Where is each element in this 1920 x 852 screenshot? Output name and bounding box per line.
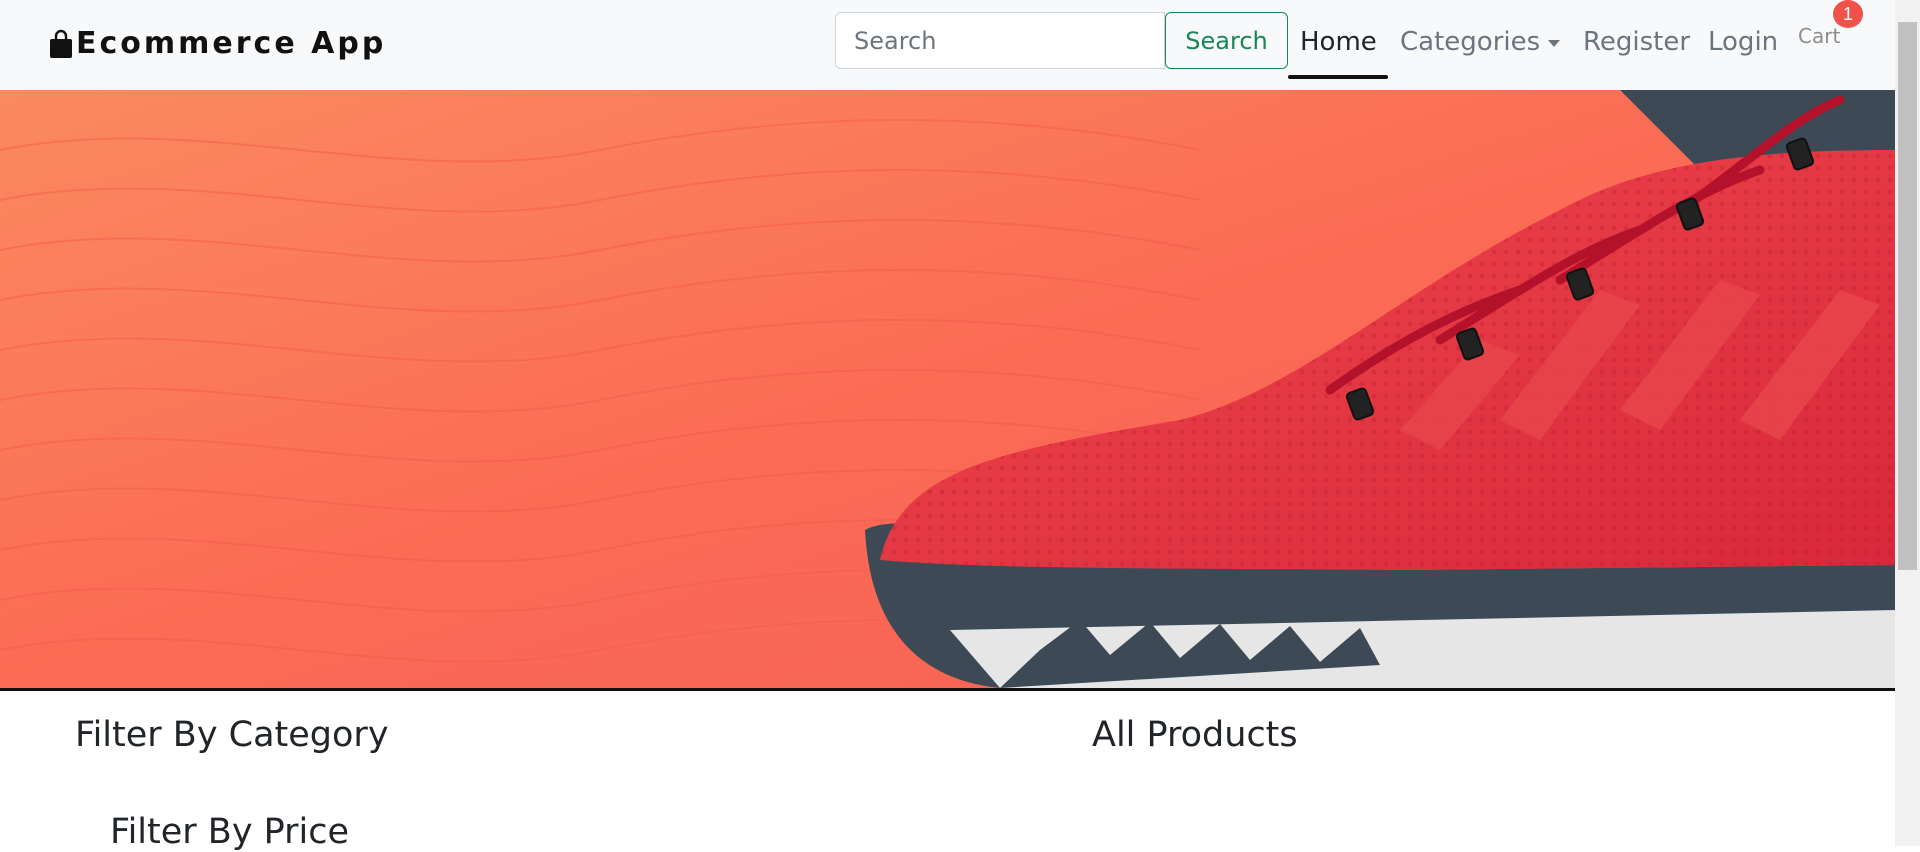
banner-divider: [0, 688, 1895, 691]
hero-banner: [0, 90, 1895, 688]
nav-login-link[interactable]: Login: [1708, 27, 1778, 57]
caret-down-icon: [1548, 39, 1561, 47]
search-input[interactable]: [835, 12, 1165, 69]
navbar: Ecommerce App Search Home Categories Reg…: [0, 0, 1895, 90]
nav-categories-dropdown[interactable]: Categories: [1400, 27, 1561, 57]
brand-name: Ecommerce App: [76, 26, 387, 61]
brand-link[interactable]: Ecommerce App: [48, 26, 386, 61]
filter-price-heading: Filter By Price: [110, 812, 350, 852]
all-products-heading: All Products: [1092, 715, 1298, 755]
nav-register-link[interactable]: Register: [1583, 27, 1690, 57]
nav-cart-link[interactable]: Cart: [1798, 24, 1840, 48]
filter-category-heading: Filter By Category: [75, 715, 389, 755]
cart-count-badge: 1: [1833, 0, 1863, 28]
search-button[interactable]: Search: [1165, 12, 1288, 69]
shopping-bag-icon: [48, 29, 74, 59]
scrollbar-thumb[interactable]: [1898, 22, 1917, 570]
nav-categories-label: Categories: [1400, 27, 1541, 57]
sneaker-banner-image: [0, 90, 1895, 688]
nav-home-link[interactable]: Home: [1300, 27, 1377, 57]
active-nav-indicator: [1288, 75, 1388, 79]
